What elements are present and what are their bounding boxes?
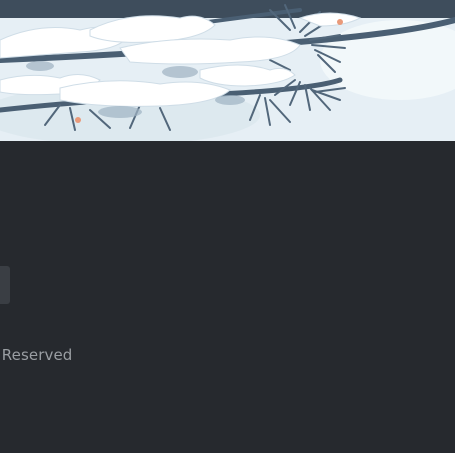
snowy-branch-illustration <box>0 4 455 141</box>
header-banner <box>0 0 455 141</box>
page: s Reserved <box>0 0 455 453</box>
footer-button[interactable] <box>0 266 10 304</box>
footer: s Reserved <box>0 141 455 453</box>
copyright-text: s Reserved <box>0 346 73 364</box>
